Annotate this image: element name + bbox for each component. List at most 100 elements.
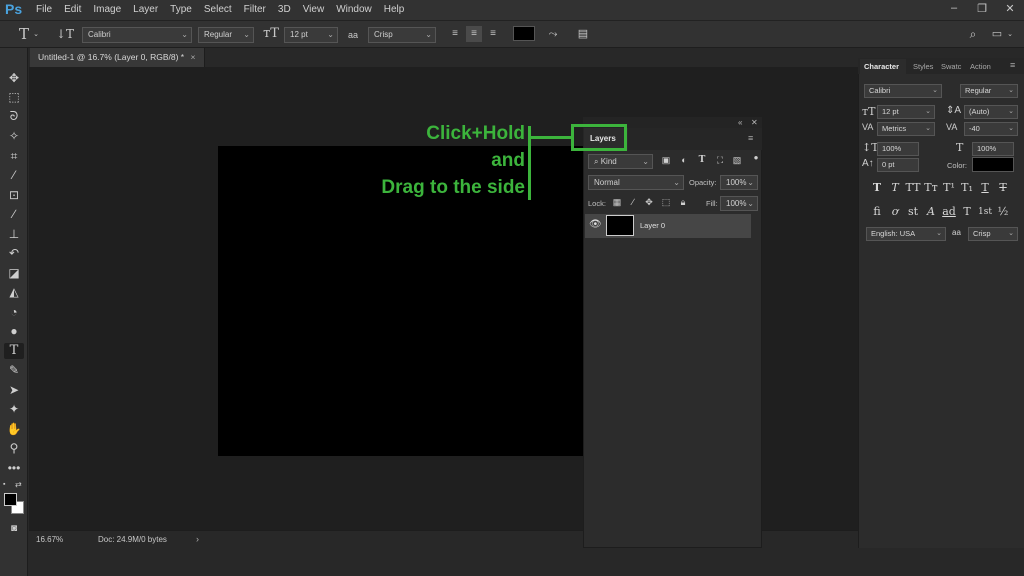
paint-bucket-tool-icon[interactable]: ◭ xyxy=(4,284,24,300)
menu-layer[interactable]: Layer xyxy=(133,4,166,15)
antialias-dropdown[interactable]: Crisp ⌄ xyxy=(368,27,436,43)
move-tool-icon[interactable]: ✥ xyxy=(4,70,24,86)
filter-shape-icon[interactable]: ⛶ xyxy=(714,155,726,166)
menu-3d[interactable]: 3D xyxy=(278,4,299,15)
character-panel-toggle-icon[interactable]: ▤ xyxy=(576,26,590,42)
char-leading-field[interactable]: (Auto) ⌄ xyxy=(964,105,1018,119)
eyedropper-tool-icon[interactable]: ⁄ xyxy=(4,167,24,183)
history-brush-tool-icon[interactable]: ↶ xyxy=(4,245,24,261)
minimize-icon[interactable]: – xyxy=(946,2,962,15)
lock-image-icon[interactable]: ∕ xyxy=(627,197,639,207)
font-style-dropdown[interactable]: Regular ⌄ xyxy=(198,27,254,43)
layer-name[interactable]: Layer 0 xyxy=(640,221,665,230)
char-font-style-dropdown[interactable]: Regular ⌄ xyxy=(960,84,1018,98)
menu-edit[interactable]: Edit xyxy=(64,4,89,15)
align-center-icon[interactable]: ≡ xyxy=(466,26,482,42)
marquee-tool-icon[interactable]: ⬚ xyxy=(4,89,24,105)
layer-filter-kind-dropdown[interactable]: ⌕ Kind ⌄ xyxy=(588,154,653,169)
filter-pixel-icon[interactable]: ▣ xyxy=(660,155,672,166)
text-color-swatch[interactable] xyxy=(513,26,535,41)
brush-tool-icon[interactable]: ∕ xyxy=(4,206,24,222)
filter-type-icon[interactable]: T xyxy=(696,155,708,165)
char-vertical-scale-field[interactable]: 100% xyxy=(877,142,919,156)
strikethrough-button[interactable]: T xyxy=(995,180,1011,196)
char-size-field[interactable]: 12 pt ⌄ xyxy=(877,105,935,119)
tab-actions[interactable]: Action xyxy=(966,59,998,74)
stylistic-alternates-button[interactable]: ad xyxy=(941,204,957,220)
chevron-down-icon[interactable]: ⌄ xyxy=(32,27,40,43)
clone-stamp-tool-icon[interactable]: ⊥ xyxy=(4,226,24,242)
menu-image[interactable]: Image xyxy=(93,4,129,15)
default-colors-icon[interactable]: ▪ xyxy=(3,481,5,488)
tab-styles[interactable]: Styles xyxy=(909,59,937,74)
lock-all-icon[interactable]: 🔒︎ xyxy=(677,197,689,208)
path-selection-tool-icon[interactable]: ➤ xyxy=(4,382,24,398)
lock-artboard-icon[interactable]: ⬚ xyxy=(660,197,672,208)
chevron-down-icon[interactable]: ⌄ xyxy=(1006,27,1014,43)
warp-text-icon[interactable]: ⤳ xyxy=(546,26,560,42)
all-caps-button[interactable]: TT xyxy=(905,180,921,196)
discretionary-ligatures-button[interactable]: st xyxy=(905,204,921,220)
restore-icon[interactable]: ❐ xyxy=(974,2,990,15)
zoom-level[interactable]: 16.67% xyxy=(36,535,63,544)
standard-ligatures-button[interactable]: fi xyxy=(869,204,885,220)
blur-tool-icon[interactable]: ◔ xyxy=(4,304,24,320)
close-icon[interactable]: ✕ xyxy=(1002,2,1018,15)
menu-window[interactable]: Window xyxy=(336,4,380,15)
text-orientation-icon[interactable]: ↓T xyxy=(56,26,74,42)
visibility-eye-icon[interactable]: 👁︎ xyxy=(589,219,602,230)
swap-colors-icon[interactable]: ⇄ xyxy=(15,480,22,489)
filter-adjustment-icon[interactable]: ◐ xyxy=(678,155,690,165)
lasso-tool-icon[interactable]: ᘐ xyxy=(4,108,24,124)
char-font-family-dropdown[interactable]: Calibri ⌄ xyxy=(864,84,942,98)
fill-field[interactable]: 100% ⌄ xyxy=(720,196,758,211)
char-kerning-field[interactable]: Metrics ⌄ xyxy=(877,122,935,136)
subscript-button[interactable]: T₁ xyxy=(959,180,975,196)
faux-bold-button[interactable]: T xyxy=(869,180,885,196)
filter-toggle-icon[interactable]: ● xyxy=(750,153,762,162)
lock-position-icon[interactable]: ✥ xyxy=(643,197,655,208)
small-caps-button[interactable]: Tт xyxy=(923,180,939,196)
menu-file[interactable]: File xyxy=(36,4,60,15)
opacity-field[interactable]: 100% ⌄ xyxy=(720,175,758,190)
shape-tool-icon[interactable]: ✦ xyxy=(4,401,24,417)
titling-alternates-button[interactable]: T xyxy=(959,204,975,220)
char-horizontal-scale-field[interactable]: 100% xyxy=(972,142,1014,156)
language-dropdown[interactable]: English: USA ⌄ xyxy=(866,227,946,241)
blend-mode-dropdown[interactable]: Normal ⌄ xyxy=(588,175,684,190)
panel-menu-icon[interactable]: ≡ xyxy=(1010,60,1015,70)
menu-select[interactable]: Select xyxy=(204,4,240,15)
tab-swatches[interactable]: Swatc xyxy=(937,59,967,74)
font-size-dropdown[interactable]: 12 pt ⌄ xyxy=(284,27,338,43)
align-left-icon[interactable]: ≡ xyxy=(448,26,462,42)
font-family-dropdown[interactable]: Calibri ⌄ xyxy=(82,27,192,43)
close-panel-icon[interactable]: ✕ xyxy=(751,118,758,127)
superscript-button[interactable]: T¹ xyxy=(941,180,957,196)
ordinals-button[interactable]: 1st xyxy=(977,204,993,220)
faux-italic-button[interactable]: T xyxy=(887,180,903,196)
foreground-color-swatch[interactable] xyxy=(4,493,17,506)
zoom-tool-icon[interactable]: ⚲ xyxy=(4,440,24,456)
quick-mask-icon[interactable]: ◙ xyxy=(4,521,24,537)
workspace-icon[interactable]: ▭ xyxy=(990,26,1004,42)
pen-tool-icon[interactable]: ✎ xyxy=(4,362,24,378)
type-tool-icon[interactable]: T xyxy=(4,343,24,359)
contextual-alternates-button[interactable]: ơ xyxy=(887,204,903,220)
magic-wand-tool-icon[interactable]: ✧ xyxy=(4,128,24,144)
hand-tool-icon[interactable]: ✋ xyxy=(4,421,24,437)
menu-view[interactable]: View xyxy=(303,4,333,15)
layer-thumbnail[interactable] xyxy=(606,215,634,236)
more-tools-icon[interactable]: ••• xyxy=(4,460,24,476)
swash-button[interactable]: A xyxy=(923,204,939,220)
close-tab-icon[interactable]: × xyxy=(190,52,195,62)
crop-tool-icon[interactable]: ⌗ xyxy=(4,148,24,164)
char-antialias-dropdown[interactable]: Crisp ⌄ xyxy=(968,227,1018,241)
tab-character[interactable]: Character xyxy=(860,59,906,74)
char-baseline-field[interactable]: 0 pt xyxy=(877,158,919,172)
menu-type[interactable]: Type xyxy=(170,4,200,15)
filter-smart-object-icon[interactable]: ▧ xyxy=(731,155,743,166)
dodge-tool-icon[interactable]: ● xyxy=(4,323,24,339)
menu-help[interactable]: Help xyxy=(384,4,413,15)
fractions-button[interactable]: ½ xyxy=(995,204,1011,220)
type-tool-preset-icon[interactable]: T xyxy=(14,26,34,42)
